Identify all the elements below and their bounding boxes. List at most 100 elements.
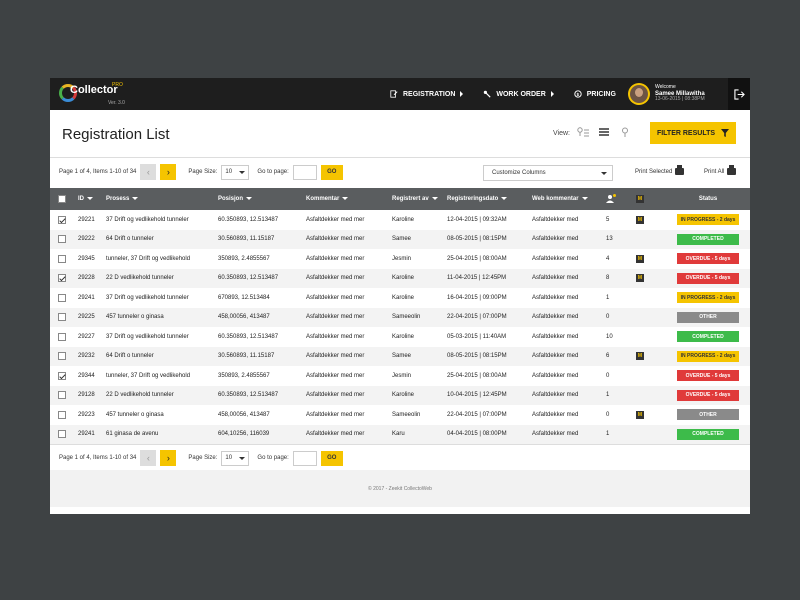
- row-checkbox[interactable]: [58, 235, 66, 244]
- row-checkbox[interactable]: [58, 410, 66, 419]
- table-row[interactable]: 29227 37 Drift og vedlikehold tunneler 60.…: [50, 327, 750, 347]
- filter-results-button[interactable]: FILTER RESULTS: [650, 122, 736, 144]
- table-row[interactable]: 29345 tunneler, 37 Drift og vedlikehold 35…: [50, 249, 750, 269]
- m-flag-icon[interactable]: M: [636, 215, 644, 224]
- cell-posisjon: 60.350893, 12.513487: [218, 275, 279, 282]
- column-header-m[interactable]: M: [632, 188, 666, 210]
- column-header-user[interactable]: [602, 188, 632, 210]
- row-checkbox[interactable]: [58, 391, 66, 400]
- view-label: View:: [553, 130, 570, 137]
- chevron-down-icon: [239, 456, 246, 460]
- table-row[interactable]: 29241 37 Drift og vedlikehold tunneler 670…: [50, 288, 750, 308]
- column-header-id[interactable]: ID: [74, 188, 102, 210]
- cell-id: 29128: [78, 392, 95, 399]
- customize-columns-select[interactable]: Customize Columns: [483, 165, 613, 181]
- goto-page-input[interactable]: [292, 450, 317, 466]
- row-checkbox[interactable]: [58, 352, 66, 361]
- cell-status: OVERDUE - 5 days: [666, 249, 750, 269]
- go-button[interactable]: GO: [320, 450, 343, 466]
- row-checkbox[interactable]: [58, 254, 66, 263]
- select-all-header[interactable]: [50, 188, 74, 210]
- cell-prosess: 22 D vedlikehold tunneler: [106, 275, 174, 282]
- column-header-kommentar[interactable]: Kommentar: [302, 188, 388, 210]
- table-row[interactable]: 29344 tunneler, 37 Drift og vedlikehold 35…: [50, 366, 750, 386]
- goto-page-input[interactable]: [292, 164, 317, 180]
- row-select-cell: [50, 425, 74, 445]
- cell-registrert-av: Samee: [392, 353, 412, 360]
- row-select-cell: [50, 269, 74, 289]
- print-selected-button[interactable]: Print Selected: [635, 165, 685, 175]
- cell-count: 1: [606, 294, 610, 301]
- m-flag-icon[interactable]: M: [636, 410, 644, 419]
- column-header-posisjon[interactable]: Posisjon: [214, 188, 302, 210]
- row-checkbox[interactable]: [58, 332, 66, 341]
- row-checkbox[interactable]: [58, 215, 66, 224]
- list-view-icon[interactable]: [598, 127, 610, 137]
- cell-kommentar: Asfaltdekker med mer: [306, 333, 365, 340]
- filter-results-label: FILTER RESULTS: [656, 129, 716, 137]
- table-row[interactable]: 29128 22 D vedlikehold tunneler 60.350893,…: [50, 385, 750, 405]
- avatar[interactable]: [628, 83, 650, 105]
- row-checkbox[interactable]: [58, 293, 66, 302]
- title-bar: Registration List View: FILTER RESULTS: [50, 110, 750, 158]
- nav-work-order[interactable]: WORK ORDER: [483, 90, 554, 98]
- page-size-select[interactable]: 10: [221, 164, 250, 180]
- work-order-icon: [484, 90, 491, 98]
- m-flag-icon[interactable]: M: [636, 352, 644, 361]
- column-header-registrert-av[interactable]: Registrert av: [388, 188, 443, 210]
- cell-dato: 22-04-2015 | 07:00PM: [447, 314, 507, 321]
- table-row[interactable]: 29221 37 Drift og vedlikehold tunneler 60.…: [50, 210, 750, 230]
- m-flag-icon[interactable]: M: [636, 274, 644, 283]
- prev-page-button[interactable]: ‹: [140, 450, 157, 466]
- row-checkbox[interactable]: [58, 313, 66, 322]
- cell-id: 29223: [78, 411, 95, 418]
- map-list-view-icon[interactable]: [577, 127, 589, 137]
- cell-prosess: 37 Drift og vedlikehold tunneler: [106, 216, 189, 223]
- status-badge: IN PROGRESS - 2 days: [677, 214, 739, 226]
- m-flag-icon[interactable]: M: [636, 254, 644, 263]
- app-version: Ver. 3.0: [108, 100, 125, 106]
- app-logo[interactable]: Collector PRO Ver. 3.0: [50, 78, 130, 110]
- nav-registration-label: REGISTRATION: [403, 90, 456, 98]
- row-select-cell: [50, 210, 74, 230]
- map-pin-icon[interactable]: [619, 127, 631, 137]
- cell-web-kommentar: Asfaltdekker med: [532, 294, 579, 301]
- page-size-label: Page Size:: [188, 169, 218, 175]
- table-row[interactable]: 29223 457 tunneler o ginasa 458,00056, 413…: [50, 405, 750, 425]
- user-panel[interactable]: Welcome Samee Millawitha 13-06-2015 | 08…: [628, 78, 705, 110]
- nav-pricing[interactable]: $ PRICING: [574, 90, 616, 98]
- page-size-select[interactable]: 10: [221, 450, 250, 466]
- column-header-status[interactable]: Status: [666, 188, 750, 210]
- nav-registration[interactable]: REGISTRATION: [390, 90, 464, 98]
- prev-page-button[interactable]: ‹: [140, 164, 157, 180]
- table-row[interactable]: 29228 22 D vedlikehold tunneler 60.350893,…: [50, 268, 750, 289]
- table-row[interactable]: 29225 457 tunneler o ginasa 458,00056, 413…: [50, 307, 750, 327]
- next-page-button[interactable]: ›: [160, 450, 177, 466]
- table-row[interactable]: 29222 64 Drift o tunneler 30.560893, 11.15…: [50, 229, 750, 249]
- cell-prosess: tunneler, 37 Drift og vedlikehold: [106, 255, 191, 262]
- sort-icon: [581, 197, 588, 200]
- row-checkbox[interactable]: [58, 371, 66, 380]
- cell-prosess: 64 Drift o tunneler: [106, 353, 154, 360]
- cell-registrert-av: Karoline: [392, 333, 415, 340]
- cell-id: 29221: [78, 216, 95, 223]
- registration-icon: [390, 90, 398, 98]
- column-header-web-kommentar[interactable]: Web kommentar: [528, 188, 602, 210]
- go-button[interactable]: GO: [320, 164, 343, 180]
- row-checkbox[interactable]: [58, 274, 66, 283]
- print-all-button[interactable]: Print All: [704, 165, 737, 175]
- table-row[interactable]: 29241 61 ginasa de avenu 604,10256, 116039…: [50, 424, 750, 445]
- main-nav: REGISTRATION WORK ORDER $ PRICING: [390, 78, 616, 110]
- table-row[interactable]: 29232 64 Drift o tunneler 30.560893, 11.15…: [50, 346, 750, 366]
- registration-table: ID Prosess Posisjon Kommentar Registrert…: [50, 188, 750, 444]
- chevron-down-icon: [239, 170, 246, 174]
- select-all-checkbox[interactable]: [58, 195, 66, 203]
- cell-prosess: 61 ginasa de avenu: [106, 431, 159, 438]
- cell-kommentar: Asfaltdekker med mer: [306, 411, 365, 418]
- logout-button[interactable]: [728, 78, 750, 110]
- status-badge: OVERDUE - 5 days: [677, 389, 739, 401]
- column-header-prosess[interactable]: Prosess: [102, 188, 214, 210]
- column-header-registreringsdato[interactable]: Registreringsdato: [443, 188, 528, 210]
- row-checkbox[interactable]: [58, 430, 66, 439]
- next-page-button[interactable]: ›: [160, 164, 177, 180]
